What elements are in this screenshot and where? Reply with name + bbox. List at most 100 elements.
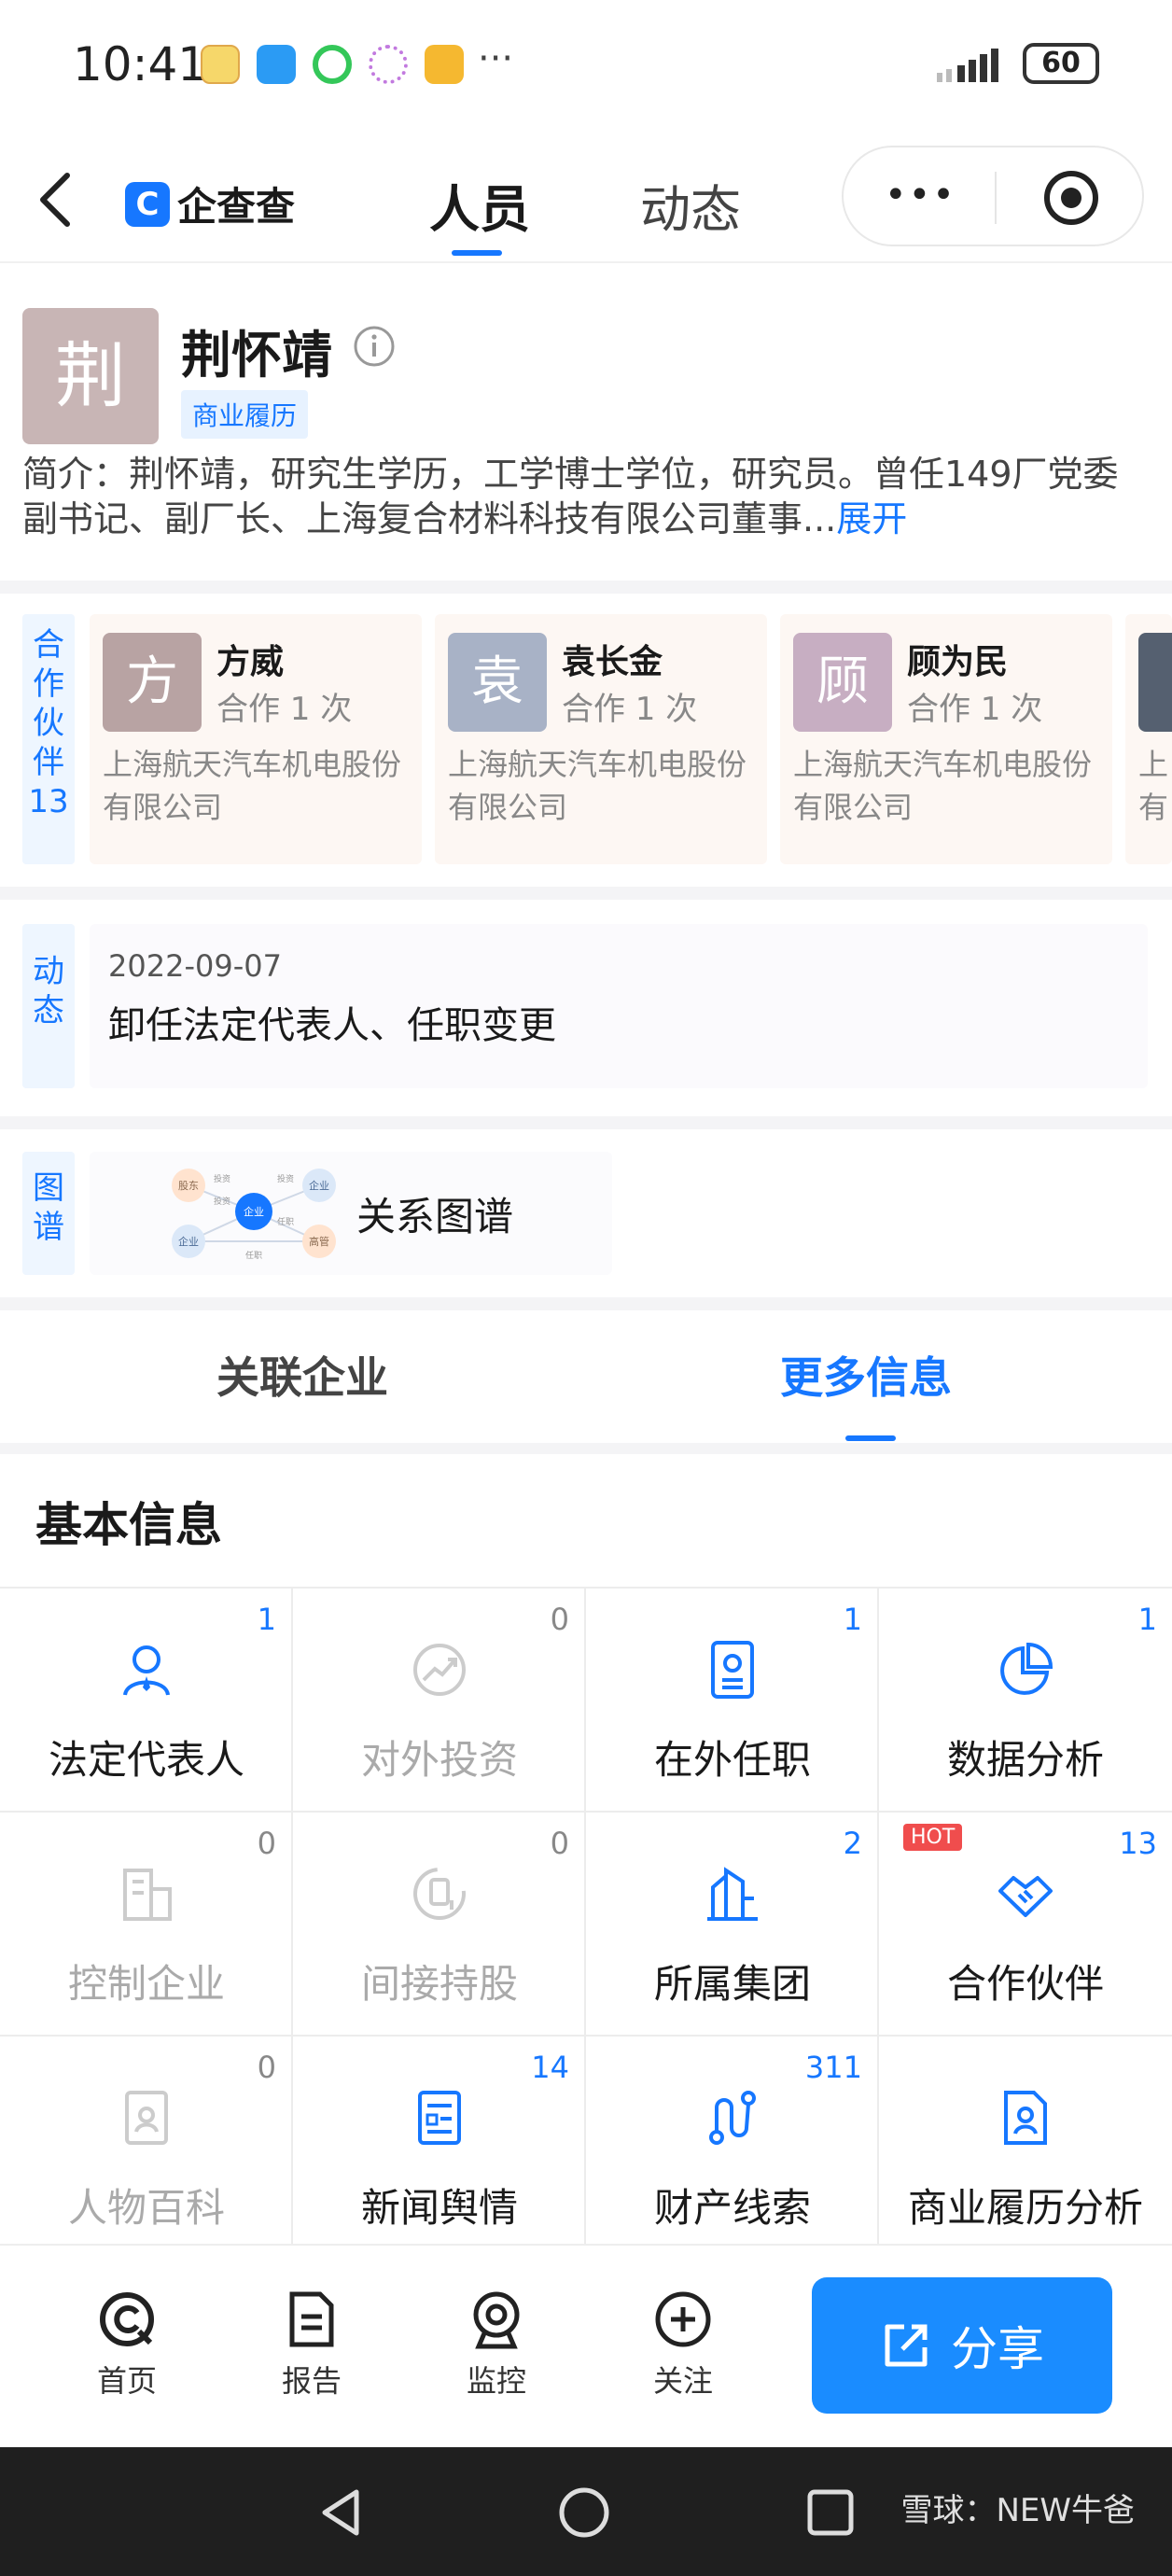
nav-home-icon[interactable] bbox=[556, 2485, 612, 2541]
grid-item-controlled-companies[interactable]: 0 控制企业 bbox=[0, 1813, 293, 2037]
system-navigation-bar: 雪球：NEW牛爸 bbox=[0, 2447, 1172, 2576]
grid-item-legal-rep[interactable]: 1 法定代表人 bbox=[0, 1589, 293, 1813]
partner-avatar-photo bbox=[1138, 633, 1172, 732]
bottom-monitor-button[interactable]: 监控 bbox=[440, 2289, 552, 2401]
grid-count: 13 bbox=[1119, 1826, 1157, 1861]
grid-label: 人物百科 bbox=[67, 2185, 225, 2231]
intro-text: 简介：荆怀靖，研究生学历，工学博士学位，研究员。曾任149厂党委副书记、副厂长、… bbox=[22, 454, 1119, 539]
top-navigation: C 企查查 人员 动态 ••• bbox=[0, 131, 1172, 263]
tab-dynamic[interactable]: 动态 bbox=[640, 168, 741, 242]
graph-node-label: 企业 bbox=[244, 1205, 264, 1218]
dynamic-item[interactable]: 2022-09-07 卸任法定代表人、任职变更 bbox=[90, 924, 1148, 1088]
grid-item-resume-analysis[interactable]: 商业履历分析 bbox=[879, 2037, 1172, 2261]
share-button[interactable]: 分享 bbox=[812, 2277, 1112, 2414]
building-icon bbox=[123, 1869, 172, 1921]
encyclopedia-icon bbox=[125, 2091, 168, 2145]
partners-label-char: 伴 bbox=[33, 744, 64, 781]
dynamic-text: 卸任法定代表人、任职变更 bbox=[108, 1004, 556, 1047]
sync-notification-icon bbox=[313, 45, 352, 84]
graph-node-label: 股东 bbox=[178, 1180, 199, 1192]
grid-item-news[interactable]: 14 新闻舆情 bbox=[293, 2037, 586, 2261]
partner-card-partial[interactable]: 上有 bbox=[1125, 614, 1172, 864]
business-resume-badge[interactable]: 商业履历 bbox=[181, 390, 309, 439]
shares-icon bbox=[413, 1868, 466, 1920]
relation-graph-card[interactable]: 股东 投资 投资 企业 企业 任职 企业 高管 投资 任职 关系图谱 bbox=[90, 1152, 612, 1275]
grid-label: 数据分析 bbox=[946, 1737, 1104, 1783]
graph-edge-label: 投资 bbox=[214, 1196, 230, 1207]
monitor-camera-icon bbox=[473, 2291, 520, 2349]
info-icon[interactable] bbox=[353, 325, 396, 368]
brand-icon: C bbox=[125, 181, 170, 227]
status-time: 10:41 bbox=[73, 37, 208, 91]
grid-item-property-clues[interactable]: 311 财产线索 bbox=[586, 2037, 879, 2261]
grid-item-encyclopedia[interactable]: 0 人物百科 bbox=[0, 2037, 293, 2261]
grid-item-data-analysis[interactable]: 1 数据分析 bbox=[879, 1589, 1172, 1813]
partner-count: 合作 1 次 bbox=[216, 691, 353, 728]
grid-item-partners[interactable]: HOT 13 合作伙伴 bbox=[879, 1813, 1172, 2037]
bottom-report-label: 报告 bbox=[281, 2363, 342, 2399]
partner-avatar: 袁 bbox=[448, 633, 547, 732]
subtab-active-indicator bbox=[845, 1435, 896, 1441]
bottom-home-label: 首页 bbox=[96, 2363, 157, 2399]
tab-people[interactable]: 人员 bbox=[429, 168, 530, 242]
bottom-follow-button[interactable]: 关注 bbox=[627, 2289, 739, 2401]
grid-item-external-post[interactable]: 1 在外任职 bbox=[586, 1589, 879, 1813]
graph-side-label[interactable]: 图 谱 bbox=[22, 1152, 75, 1275]
capsule-menu-button[interactable]: ••• bbox=[885, 174, 956, 217]
partner-card[interactable]: 袁 袁长金 合作 1 次 上海航天汽车机电股份有限公司 bbox=[435, 614, 767, 864]
mail-notification-icon bbox=[425, 45, 464, 84]
dynamic-side-label[interactable]: 动 态 bbox=[22, 924, 75, 1088]
report-icon bbox=[289, 2291, 334, 2347]
brand-logo: C 企查查 bbox=[125, 175, 295, 232]
grid-count: 1 bbox=[257, 1602, 276, 1637]
relation-graph-thumbnail: 股东 投资 投资 企业 企业 任职 企业 高管 投资 任职 bbox=[172, 1169, 336, 1261]
group-icon bbox=[707, 1867, 758, 1921]
hot-badge: HOT bbox=[903, 1824, 963, 1851]
dynamic-date: 2022-09-07 bbox=[108, 948, 282, 984]
nav-back-icon[interactable] bbox=[314, 2485, 370, 2541]
person-avatar: 荆 bbox=[22, 308, 159, 444]
graph-label-char: 图 bbox=[33, 1169, 64, 1207]
partner-card[interactable]: 方 方威 合作 1 次 上海航天汽车机电股份有限公司 bbox=[90, 614, 422, 864]
graph-edge-label: 任职 bbox=[245, 1250, 262, 1261]
section-divider bbox=[0, 1443, 1172, 1454]
tab-active-indicator bbox=[452, 250, 502, 256]
grid-item-group[interactable]: 2 所属集团 bbox=[586, 1813, 879, 2037]
grid-label: 法定代表人 bbox=[48, 1737, 244, 1783]
nav-recents-icon[interactable] bbox=[802, 2485, 858, 2541]
graph-node-label: 企业 bbox=[309, 1179, 329, 1192]
partner-company: 上海航天汽车机电股份有限公司 bbox=[793, 747, 1093, 825]
capsule-close-icon[interactable] bbox=[1041, 168, 1101, 228]
share-label: 分享 bbox=[951, 2322, 1044, 2376]
grid-label: 所属集团 bbox=[653, 1961, 811, 2007]
badge-icon bbox=[711, 1641, 754, 1699]
graph-edge-label: 投资 bbox=[277, 1173, 294, 1184]
news-icon bbox=[418, 2091, 461, 2145]
partners-side-label[interactable]: 合 作 伙 伴 13 bbox=[22, 614, 75, 864]
partners-label-char: 合 bbox=[33, 626, 64, 664]
grid-count: 0 bbox=[550, 1826, 569, 1861]
person-intro: 简介：荆怀靖，研究生学历，工学博士学位，研究员。曾任149厂党委副书记、副厂长、… bbox=[22, 452, 1151, 541]
expand-link[interactable]: 展开 bbox=[836, 498, 907, 539]
partner-card[interactable]: 顾 顾为民 合作 1 次 上海航天汽车机电股份有限公司 bbox=[780, 614, 1112, 864]
tab-related-companies[interactable]: 关联企业 bbox=[216, 1344, 388, 1406]
graph-edge-label: 投资 bbox=[214, 1173, 230, 1184]
signal-icon bbox=[937, 49, 998, 82]
bottom-monitor-label: 监控 bbox=[466, 2363, 526, 2399]
back-arrow-icon[interactable] bbox=[35, 170, 77, 230]
bottom-report-button[interactable]: 报告 bbox=[256, 2289, 368, 2401]
tab-more-info[interactable]: 更多信息 bbox=[780, 1344, 952, 1406]
miniprogram-capsule: ••• bbox=[842, 146, 1144, 246]
grid-item-indirect-holdings[interactable]: 0 间接持股 bbox=[293, 1813, 586, 2037]
handshake-icon bbox=[998, 1876, 1053, 1917]
partner-company: 上海航天汽车机电股份有限公司 bbox=[448, 747, 747, 825]
grid-item-investment[interactable]: 0 对外投资 bbox=[293, 1589, 586, 1813]
partner-count: 合作 1 次 bbox=[562, 691, 698, 728]
grid-label: 财产线索 bbox=[653, 2185, 811, 2231]
grid-count: 0 bbox=[257, 2050, 276, 2085]
partner-company: 上海航天汽车机电股份有限公司 bbox=[103, 747, 402, 825]
app-notification-icon bbox=[201, 45, 240, 84]
partners-label-char: 伙 bbox=[33, 705, 64, 742]
section-divider bbox=[0, 581, 1172, 594]
bottom-home-button[interactable]: 首页 bbox=[71, 2289, 183, 2401]
